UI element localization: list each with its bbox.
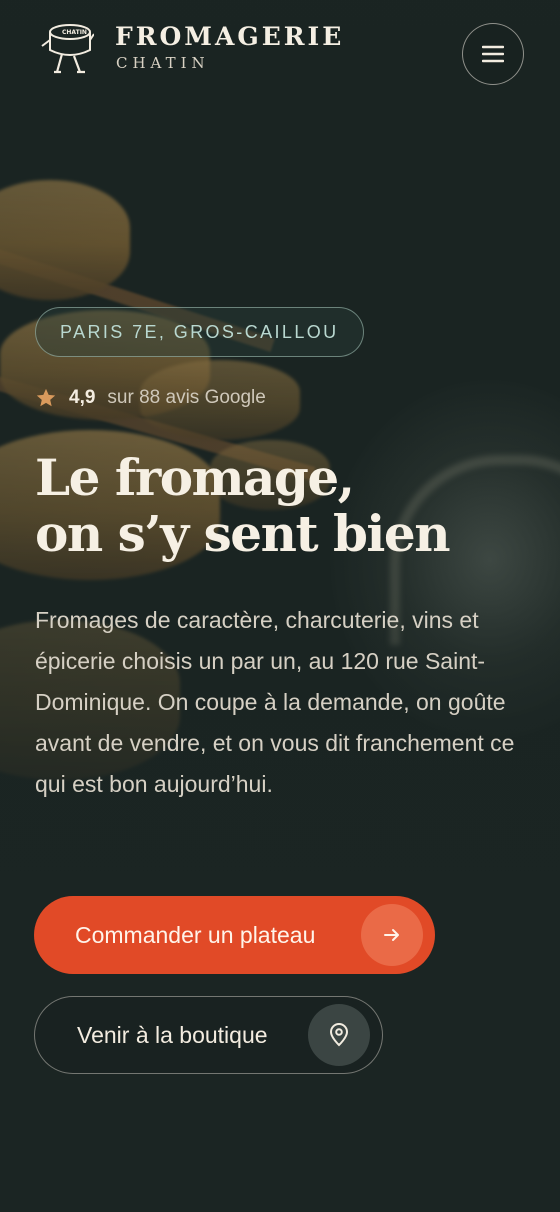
site-header: CHATIN FROMAGERIE CHATIN	[0, 0, 560, 110]
hero-description: Fromages de caractère, charcuterie, vins…	[35, 607, 515, 797]
star-icon	[36, 388, 56, 407]
arrow-right-icon	[361, 904, 423, 966]
order-platter-button[interactable]: Commander un plateau	[34, 896, 435, 974]
order-platter-label: Commander un plateau	[75, 921, 316, 948]
svg-text:CHATIN: CHATIN	[62, 29, 87, 36]
hamburger-menu-icon	[482, 45, 504, 63]
hero-title-line-2: on s’y sent bien	[35, 504, 451, 563]
location-badge: PARIS 7E, GROS-CAILLOU	[35, 307, 364, 357]
rating-reviews: sur 88 avis Google	[107, 387, 266, 408]
brand-subtitle[interactable]: CHATIN	[116, 54, 210, 72]
google-rating: 4,9 sur 88 avis Google	[35, 384, 266, 412]
visit-shop-label: Venir à la boutique	[77, 1021, 268, 1048]
hero-section: CHATIN FROMAGERIE CHATIN PARIS 7E, GROS-…	[0, 0, 560, 1212]
brand-name[interactable]: FROMAGERIE	[115, 22, 344, 51]
visit-shop-button[interactable]: Venir à la boutique	[34, 996, 383, 1074]
cheese-wheel-logo[interactable]: CHATIN	[40, 20, 94, 76]
hero-title-line-1: Le fromage,	[35, 448, 355, 507]
menu-button[interactable]	[462, 23, 524, 85]
rating-score: 4,9	[69, 387, 96, 408]
hero-title: Le fromage, on s’y sent bien	[35, 450, 535, 562]
map-pin-icon	[308, 1004, 370, 1066]
